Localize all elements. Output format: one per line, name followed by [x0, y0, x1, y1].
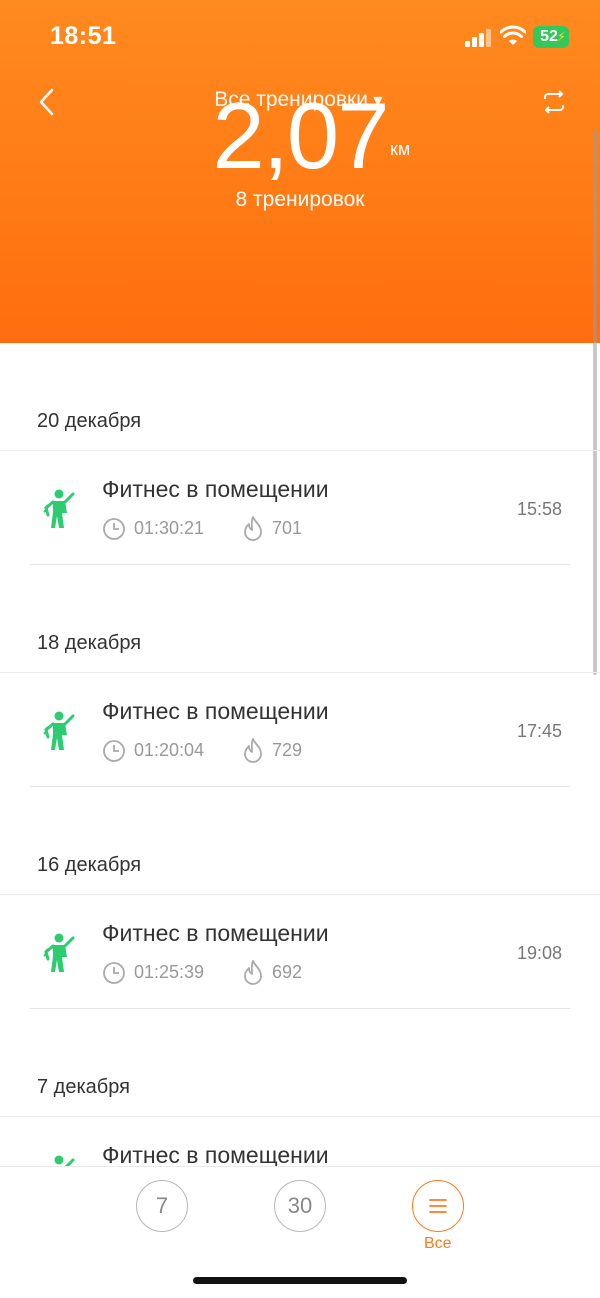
workout-start-time: 17:45 [516, 721, 562, 741]
workout-row[interactable]: Фитнес в помещении 01:30:21 701 15:58 [0, 452, 600, 564]
date-header: 16 декабря [37, 854, 142, 876]
tab-all[interactable] [412, 1180, 464, 1232]
tab-all-label[interactable]: Все [424, 1235, 452, 1253]
cellular-signal-icon [465, 29, 491, 47]
workout-name: Фитнес в помещении [102, 476, 329, 502]
divider [0, 894, 600, 895]
clock-icon [103, 740, 125, 762]
tab-label: 7 [155, 1193, 169, 1218]
flame-icon [244, 960, 262, 985]
workout-start-time: 15:58 [516, 499, 562, 519]
indoor-fitness-icon [54, 1155, 75, 1166]
status-time: 18:51 [50, 22, 117, 50]
date-header: 7 декабря [37, 1076, 130, 1098]
workout-filter-dropdown[interactable]: Все тренировки ▼ [0, 88, 600, 112]
clock-icon [103, 518, 125, 540]
workout-start-time: 19:08 [516, 943, 562, 963]
charging-bolt-icon: ⚡ [556, 29, 566, 44]
workout-duration: 01:25:39 [134, 962, 205, 982]
flame-icon [244, 516, 262, 541]
divider [30, 564, 570, 565]
dropdown-triangle-icon: ▼ [369, 93, 386, 110]
distance-unit: км [390, 139, 411, 159]
workout-calories: 729 [272, 740, 303, 760]
divider [30, 1008, 570, 1009]
workout-row[interactable]: Фитнес в помещении [0, 1118, 600, 1166]
tab-30-days[interactable]: 30 [274, 1180, 326, 1232]
workout-row[interactable]: Фитнес в помещении 01:25:39 692 19:08 [0, 896, 600, 1008]
tab-7-days[interactable]: 7 [136, 1180, 188, 1232]
indoor-fitness-icon [43, 711, 75, 750]
workout-duration: 01:30:21 [134, 518, 205, 538]
divider [0, 1116, 600, 1117]
workout-name: Фитнес в помещении [102, 920, 329, 946]
indoor-fitness-icon [43, 933, 75, 972]
date-header: 20 декабря [37, 410, 142, 432]
workout-calories: 692 [272, 962, 303, 982]
battery-indicator: 52 ⚡ [533, 26, 569, 48]
workout-name: Фитнес в помещении [102, 1142, 329, 1166]
divider [0, 450, 600, 451]
battery-level: 52 [540, 28, 558, 45]
indoor-fitness-icon [43, 489, 75, 528]
workout-calories: 701 [272, 518, 303, 538]
list-icon [429, 1199, 447, 1213]
sync-icon[interactable] [540, 89, 568, 115]
divider [0, 672, 600, 673]
tab-label: 30 [287, 1193, 313, 1218]
date-header: 18 декабря [37, 632, 142, 654]
workouts-count: 8 тренировок [235, 188, 365, 211]
divider [30, 786, 570, 787]
summary-header: 18:51 52 ⚡ 2,07 км Все тренировки ▼ 8 тре… [0, 0, 600, 343]
status-bar: 18:51 52 ⚡ [0, 0, 600, 80]
clock-icon [103, 962, 125, 984]
flame-icon [244, 738, 262, 763]
wifi-icon [500, 25, 526, 45]
workout-duration: 01:20:04 [134, 740, 205, 760]
workout-name: Фитнес в помещении [102, 698, 329, 724]
home-indicator[interactable] [193, 1277, 407, 1284]
workout-row[interactable]: Фитнес в помещении 01:20:04 729 17:45 [0, 674, 600, 786]
scroll-indicator[interactable] [593, 130, 597, 675]
dropdown-label: Все тренировки [214, 88, 368, 111]
